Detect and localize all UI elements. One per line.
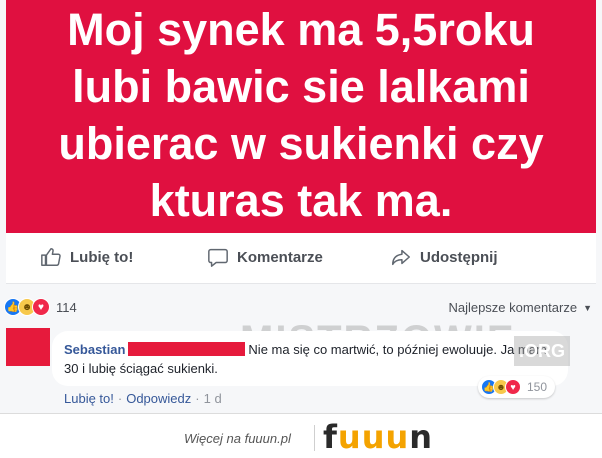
love-icon: ♥	[505, 379, 521, 395]
separator-dot: ·	[195, 391, 200, 406]
image-text-line: ubierac w sukienki czy	[58, 117, 544, 169]
logo-letter: u	[337, 418, 362, 456]
watermark-org: .ORG	[514, 336, 570, 366]
site-footer: Więcej na fuuun.pl fuuun	[0, 413, 602, 458]
logo-letter: u	[385, 418, 410, 456]
image-text-line: Moj synek ma 5,5roku	[67, 3, 535, 55]
post-image-text: Moj synek ma 5,5roku lubi bawic sie lalk…	[11, 1, 591, 229]
footer-divider	[314, 425, 315, 451]
image-text-line: kturas tak ma.	[149, 174, 453, 226]
comment-reply-link[interactable]: Odpowiedz	[126, 391, 191, 406]
fuuun-logo[interactable]: fuuun	[323, 418, 433, 456]
like-button[interactable]: Lubię to!	[40, 245, 133, 269]
share-arrow-icon	[392, 249, 410, 266]
comment-timestamp[interactable]: 1 d	[204, 391, 222, 406]
comment-body: Sebastian Nie ma się co martwić, to późni…	[64, 340, 564, 378]
reaction-count: 114	[56, 299, 77, 315]
comment-button[interactable]: Komentarze	[207, 245, 323, 269]
avatar-redacted[interactable]	[6, 328, 50, 366]
reactions-list[interactable]: 👍 ☻ ♥ 114	[4, 298, 77, 316]
comment-sort-dropdown[interactable]: Najlepsze komentarze ▼	[448, 300, 592, 315]
comment-author[interactable]: Sebastian	[64, 342, 125, 357]
facebook-post: Moj synek ma 5,5roku lubi bawic sie lalk…	[0, 0, 602, 413]
logo-letter: f	[323, 418, 338, 456]
logo-letter: n	[409, 418, 434, 456]
post-action-bar: Lubię to! Komentarze Udostępnij	[6, 233, 596, 284]
separator-dot: ·	[117, 391, 123, 406]
comment-actions: Lubię to! · Odpowiedz · 1 d	[64, 391, 222, 406]
share-label: Udostępnij	[420, 248, 498, 266]
comment-like-link[interactable]: Lubię to!	[64, 391, 114, 406]
comment-label: Komentarze	[237, 248, 323, 266]
footer-link[interactable]: Więcej na fuuun.pl	[184, 431, 291, 446]
post-image[interactable]: Moj synek ma 5,5roku lubi bawic sie lalk…	[6, 0, 596, 233]
comment-sort-label: Najlepsze komentarze	[448, 300, 578, 315]
caret-down-icon: ▼	[583, 302, 592, 313]
logo-letter: u	[361, 418, 386, 456]
love-icon: ♥	[32, 298, 50, 316]
image-text-line: lubi bawic sie lalkami	[72, 60, 530, 112]
redaction-bar	[128, 342, 246, 356]
like-label: Lubię to!	[70, 248, 134, 266]
comment-bubble-icon	[208, 248, 228, 267]
thumbs-up-icon	[41, 248, 61, 266]
comment-reaction-count: 150	[527, 380, 548, 394]
share-button[interactable]: Udostępnij	[390, 245, 498, 269]
comment-reactions[interactable]: 👍 ☻ ♥ 150	[478, 376, 556, 398]
